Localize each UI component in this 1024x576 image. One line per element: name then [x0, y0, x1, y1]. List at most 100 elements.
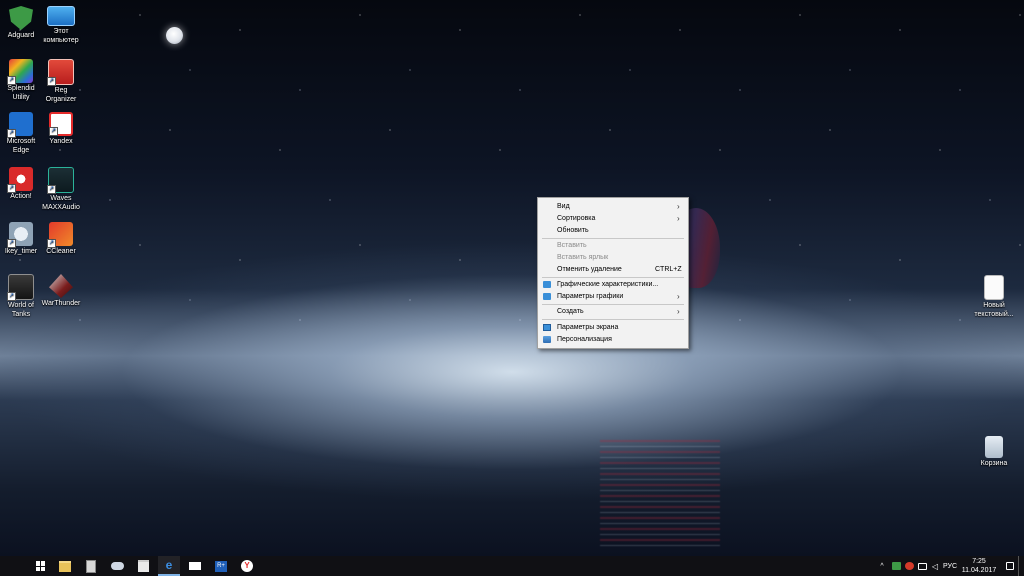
desktop-icon-reg-organizer[interactable]: ↗ Reg Organizer	[41, 59, 81, 104]
clock-time: 7:25	[972, 558, 986, 565]
edge-icon: e	[165, 557, 173, 572]
tray-volume[interactable]: ◁	[929, 556, 941, 576]
taskbar-file-explorer[interactable]	[54, 556, 76, 576]
chevron-up-icon: ^	[880, 562, 884, 570]
menu-item-view[interactable]: Вид ›	[538, 201, 688, 212]
tray-notifications[interactable]	[1004, 556, 1016, 576]
adguard-icon	[9, 6, 33, 30]
world-of-tanks-icon: ↗	[7, 274, 34, 301]
menu-item-refresh[interactable]: Обновить	[538, 225, 688, 236]
menu-separator	[542, 238, 684, 239]
warthunder-icon	[49, 274, 73, 298]
start-icon	[36, 561, 46, 571]
menu-separator	[542, 319, 684, 320]
notification-center-icon	[1006, 562, 1014, 570]
desktop-icon-this-pc[interactable]: Этот компьютер	[41, 6, 81, 45]
shortcut-arrow-icon: ↗	[7, 184, 16, 193]
mail-icon	[189, 562, 201, 570]
clock-date: 11.04.2017	[961, 567, 997, 574]
desktop-context-menu: Вид › Сортировка › Обновить Вставить Вст…	[537, 197, 689, 349]
menu-item-new[interactable]: Создать ›	[538, 306, 688, 317]
chevron-right-icon: ›	[677, 292, 680, 301]
taskbar-yandex-browser[interactable]: Y	[236, 556, 258, 576]
adguard-tray-icon	[891, 562, 901, 570]
app-tray-icon	[904, 562, 914, 570]
taskbar-store[interactable]	[132, 556, 154, 576]
volume-icon: ◁	[931, 561, 939, 571]
intel-graphics-icon	[543, 293, 551, 300]
desktop-icon-action[interactable]: ↗ Action!	[1, 167, 41, 202]
chevron-right-icon: ›	[677, 202, 680, 211]
desktop-icon-warthunder[interactable]: WarThunder	[41, 274, 81, 309]
text-document-icon	[984, 275, 1004, 300]
menu-item-personalization[interactable]: Персонализация	[538, 334, 688, 345]
file-explorer-icon	[59, 560, 71, 572]
tray-overflow-button[interactable]: ^	[876, 556, 888, 576]
wallpaper-reflection	[600, 440, 720, 550]
desktop-icon-world-of-tanks[interactable]: ↗ World of Tanks	[1, 274, 41, 319]
shortcut-arrow-icon: ↗	[7, 76, 16, 85]
shortcut-arrow-icon: ↗	[7, 239, 16, 248]
taskbar: e R+ Y ^ ◁ РУС 7:25 11.04.2017	[0, 556, 1024, 576]
recycle-bin-icon	[985, 436, 1003, 458]
desktop-icon-edge[interactable]: ↗ Microsoft Edge	[1, 112, 41, 155]
splendid-icon: ↗	[7, 59, 33, 85]
tray-adguard[interactable]	[890, 556, 902, 576]
shortcut-label: CTRL+Z	[655, 266, 682, 273]
wallpaper-stars	[0, 0, 1024, 330]
reg-organizer-icon: ↗	[47, 59, 74, 86]
cloud-app-icon	[110, 562, 124, 570]
ccleaner-icon: ↗	[47, 222, 73, 248]
desktop-icon-splendid[interactable]: ↗ Splendid Utility	[1, 59, 41, 102]
battery-icon	[917, 562, 927, 570]
desktop-icon-yandex[interactable]: ↗ Yandex	[41, 112, 81, 147]
action-icon: ↗	[7, 167, 33, 193]
computer-icon	[47, 6, 75, 26]
store-icon	[137, 560, 149, 572]
show-desktop-button[interactable]	[1018, 556, 1019, 576]
taskbar-mail[interactable]	[184, 556, 206, 576]
menu-item-paste[interactable]: Вставить	[538, 240, 688, 251]
desktop-icon-waves[interactable]: ↗ Waves MAXXAudio	[41, 167, 81, 212]
shortcut-arrow-icon: ↗	[7, 129, 16, 138]
yandex-browser-icon: Y	[241, 560, 253, 572]
wallpaper-moon	[166, 27, 183, 44]
menu-item-undo-delete[interactable]: Отменить удаление CTRL+Z	[538, 264, 688, 275]
menu-item-graphics-properties[interactable]: Графические характеристики...	[538, 279, 688, 290]
intel-graphics-icon	[543, 281, 551, 288]
shortcut-arrow-icon: ↗	[7, 292, 16, 301]
taskbar-calculator[interactable]	[80, 556, 102, 576]
shortcut-arrow-icon: ↗	[47, 185, 56, 194]
shortcut-arrow-icon: ↗	[47, 239, 56, 248]
edge-icon: ↗	[7, 112, 33, 138]
chevron-right-icon: ›	[677, 307, 680, 316]
desktop-icon-adguard[interactable]: Adguard	[1, 6, 41, 41]
tray-battery[interactable]	[916, 556, 928, 576]
taskbar-cloud-app[interactable]	[106, 556, 128, 576]
tray-clock[interactable]: 7:25 11.04.2017	[956, 557, 1002, 575]
shortcut-arrow-icon: ↗	[49, 127, 58, 136]
start-button[interactable]	[30, 556, 52, 576]
desktop-icon-new-text-document[interactable]: Новый текстовый...	[972, 275, 1016, 319]
personalization-icon	[543, 336, 551, 343]
taskbar-r-plus[interactable]: R+	[210, 556, 232, 576]
taskbar-edge[interactable]: e	[158, 556, 180, 576]
menu-separator	[542, 304, 684, 305]
waves-icon: ↗	[47, 167, 74, 194]
menu-separator	[542, 277, 684, 278]
chevron-right-icon: ›	[677, 214, 680, 223]
ikey-timer-icon: ↗	[7, 222, 33, 248]
menu-item-paste-shortcut[interactable]: Вставить ярлык	[538, 252, 688, 263]
desktop-icon-recycle-bin[interactable]: Корзина	[972, 436, 1016, 469]
r-plus-icon: R+	[215, 560, 227, 572]
menu-item-graphics-options[interactable]: Параметры графики ›	[538, 291, 688, 302]
shortcut-arrow-icon: ↗	[47, 77, 56, 86]
display-settings-icon	[543, 324, 551, 331]
yandex-icon: ↗	[49, 112, 73, 136]
menu-item-sort[interactable]: Сортировка ›	[538, 213, 688, 224]
desktop-icon-ccleaner[interactable]: ↗ CCleaner	[41, 222, 81, 257]
menu-item-display-settings[interactable]: Параметры экрана	[538, 322, 688, 333]
desktop-icon-ikey-timer[interactable]: ↗ Ikey_timer	[1, 222, 41, 257]
calculator-icon	[86, 559, 96, 573]
tray-app[interactable]	[903, 556, 915, 576]
